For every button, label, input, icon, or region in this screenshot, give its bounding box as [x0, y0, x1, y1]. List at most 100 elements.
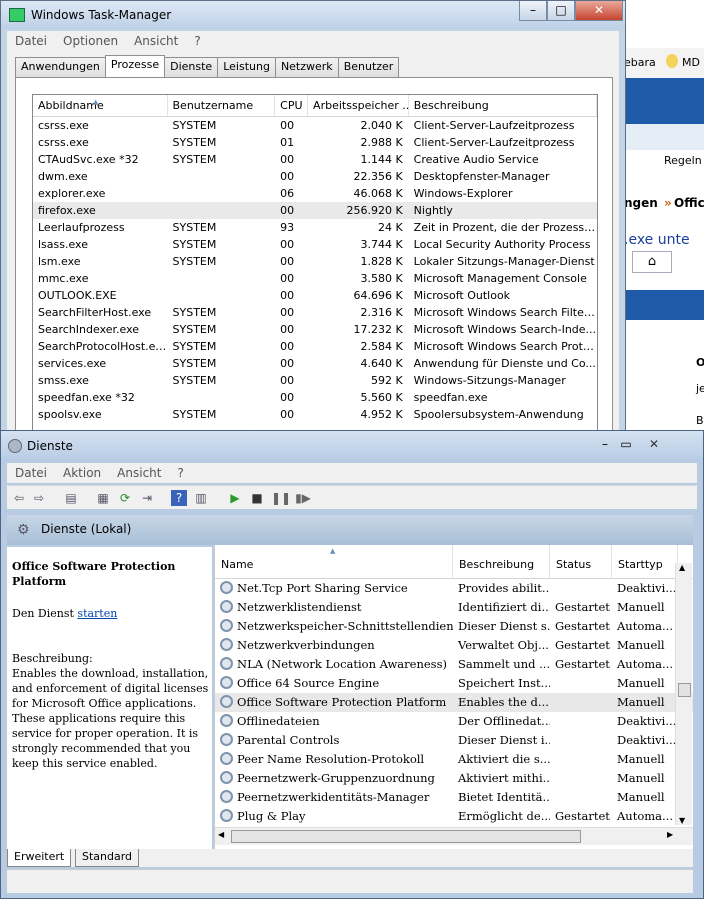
table-row[interactable]: services.exe SYSTEM 00 4.640 K Anwendung für… [33, 355, 597, 372]
home-icon[interactable]: ⌂ [632, 251, 672, 273]
list-item[interactable]: Plug & Play Ermöglicht de... Gestartet Auto… [215, 807, 693, 826]
table-row[interactable]: OUTLOOK.EXE 00 64.696 K Microsoft Outlook [33, 287, 597, 304]
column-benutzername[interactable]: Benutzername [168, 95, 276, 116]
show-hide-pane-icon[interactable]: ▥ [193, 490, 209, 506]
list-item[interactable]: Office 64 Source Engine Speichert Inst...… [215, 674, 693, 693]
minimize-button[interactable]: – [595, 435, 615, 455]
table-row[interactable]: smss.exe SYSTEM 00 592 K Windows-Sitzungs-Ma… [33, 372, 597, 389]
table-row[interactable]: SearchFilterHost.exe SYSTEM 00 2.316 K Micro… [33, 304, 597, 321]
forward-arrow-icon[interactable]: ⇨ [31, 490, 47, 506]
tab-benutzer[interactable]: Benutzer [337, 57, 400, 77]
menu-datei[interactable]: Datei [7, 463, 55, 483]
back-arrow-icon[interactable]: ⇦ [11, 490, 27, 506]
properties-icon[interactable]: ▦ [95, 490, 111, 506]
list-item[interactable]: Peernetzwerkidentitäts-Manager Bietet Ide… [215, 788, 693, 807]
column-beschreibung[interactable]: Beschreibung [409, 95, 597, 116]
process-list[interactable]: ▲ Abbildname Benutzername CPU Arbeitsspei… [32, 94, 598, 444]
list-item[interactable]: Netzwerkverbindungen Verwaltet Obj... Gest… [215, 636, 693, 655]
list-item[interactable]: Parental Controls Dieser Dienst i... Deakt… [215, 731, 693, 750]
table-row[interactable]: spoolsv.exe SYSTEM 00 4.952 K Spoolersubsyst… [33, 406, 597, 423]
scroll-left-icon[interactable]: ◀ [218, 830, 224, 839]
table-row[interactable]: speedfan.exe *32 00 5.560 K speedfan.exe [33, 389, 597, 406]
table-row[interactable]: csrss.exe SYSTEM 00 2.040 K Client-Server-La… [33, 117, 597, 134]
table-row[interactable]: CTAudSvc.exe *32 SYSTEM 00 1.144 K Creative … [33, 151, 597, 168]
tab-erweitert[interactable]: Erweitert [7, 849, 72, 867]
breadcrumb-fragment[interactable]: ngen [624, 196, 658, 210]
column-beschreibung[interactable]: Beschreibung [453, 545, 550, 578]
scroll-right-icon[interactable]: ▶ [667, 830, 673, 839]
menu-ansicht[interactable]: Ansicht [126, 31, 186, 51]
tab-anwendungen[interactable]: Anwendungen [15, 57, 106, 77]
menu-aktion[interactable]: Aktion [55, 463, 109, 483]
export-list-icon[interactable]: ⇥ [139, 490, 155, 506]
service-list[interactable]: ▲ Name Beschreibung Status Starttyp Net.T… [214, 545, 693, 849]
start-service-link[interactable]: starten [77, 607, 117, 620]
list-item[interactable]: Offlinedateien Der Offlinedat... Deaktivi.… [215, 712, 693, 731]
scroll-down-icon[interactable]: ▼ [679, 816, 685, 825]
description-text: Enables the download, installation, and … [12, 667, 209, 770]
bookmark-fragment[interactable]: ebara [624, 56, 656, 69]
table-row[interactable]: SearchIndexer.exe SYSTEM 00 17.232 K Microso… [33, 321, 597, 338]
process-cell: 22.356 K [353, 170, 403, 183]
column-starttyp[interactable]: Starttyp [612, 545, 678, 578]
console-tree-icon[interactable]: ▤ [63, 490, 79, 506]
restart-service-icon[interactable]: ▮▶ [295, 490, 311, 506]
start-service-icon[interactable]: ▶ [227, 490, 243, 506]
list-item[interactable]: Peer Name Resolution-Protokoll Aktiviert … [215, 750, 693, 769]
tab-prozesse[interactable]: Prozesse [104, 55, 166, 77]
menu-help[interactable]: ? [169, 463, 191, 483]
maximize-button[interactable]: ▭ [615, 435, 637, 455]
vertical-scroll-thumb[interactable] [678, 683, 691, 697]
list-item[interactable]: Netzwerkspeicher-Schnittstellendienst Die… [215, 617, 693, 636]
table-row[interactable]: Leerlaufprozess SYSTEM 93 24 K Zeit in Proze… [33, 219, 597, 236]
table-row[interactable]: lsm.exe SYSTEM 00 1.828 K Lokaler Sitzungs-M… [33, 253, 597, 270]
minimize-button[interactable]: – [519, 1, 547, 21]
table-row[interactable]: firefox.exe 00 256.920 K Nightly [33, 202, 597, 219]
close-button[interactable]: ✕ [637, 435, 671, 455]
tab-leistung[interactable]: Leistung [217, 57, 276, 77]
column-abbildname[interactable]: ▲ Abbildname [33, 95, 168, 116]
column-arbeitsspeicher[interactable]: Arbeitsspeicher ... [308, 95, 409, 116]
tab-standard[interactable]: Standard [75, 849, 140, 867]
help-icon[interactable]: ? [171, 490, 187, 506]
menu-datei[interactable]: Datei [7, 31, 55, 51]
breadcrumb-office[interactable]: Office [674, 196, 704, 210]
menu-help[interactable]: ? [186, 31, 208, 51]
column-name[interactable]: ▲ Name [215, 545, 453, 578]
services-titlebar[interactable]: Dienste – ▭ ✕ [1, 431, 703, 459]
close-button[interactable]: ✕ [575, 1, 623, 21]
table-row[interactable]: lsass.exe SYSTEM 00 3.744 K Local Security A… [33, 236, 597, 253]
stop-service-icon[interactable]: ■ [249, 490, 265, 506]
site-nav: ⌂ [620, 124, 704, 273]
list-item[interactable]: Office Software Protection Platform Enabl… [215, 693, 693, 712]
list-item[interactable]: Net.Tcp Port Sharing Service Provides abi… [215, 579, 693, 598]
pause-service-icon[interactable]: ❚❚ [271, 490, 291, 506]
list-item[interactable]: Netzwerklistendienst Identifiziert di... G… [215, 598, 693, 617]
tab-dienste[interactable]: Dienste [164, 57, 219, 77]
service-cell: Manuell [617, 771, 665, 785]
horizontal-scroll-thumb[interactable] [231, 830, 581, 843]
process-cell: 17.232 K [353, 323, 403, 336]
column-cpu[interactable]: CPU [275, 95, 309, 116]
table-row[interactable]: dwm.exe 00 22.356 K Desktopfenster-Manager [33, 168, 597, 185]
tab-netzwerk[interactable]: Netzwerk [274, 57, 339, 77]
menu-ansicht[interactable]: Ansicht [109, 463, 169, 483]
column-status[interactable]: Status [550, 545, 612, 578]
table-row[interactable]: mmc.exe 00 3.580 K Microsoft Management Con… [33, 270, 597, 287]
menu-optionen[interactable]: Optionen [55, 31, 126, 51]
vertical-scrollbar[interactable]: ▲ ▼ [675, 563, 692, 825]
list-item[interactable]: NLA (Network Location Awareness) Sammelt … [215, 655, 693, 674]
table-row[interactable]: csrss.exe SYSTEM 01 2.988 K Client-Server-La… [33, 134, 597, 151]
task-manager-titlebar[interactable]: Windows Task-Manager – □ ✕ [1, 1, 625, 29]
horizontal-scrollbar[interactable]: ◀ ▶ [215, 827, 693, 845]
maximize-button[interactable]: □ [547, 1, 575, 21]
bookmark-fragment-2[interactable]: MD [682, 56, 700, 69]
service-cell: Aktiviert mithi... [458, 771, 550, 785]
process-cell [168, 168, 276, 185]
scroll-up-icon[interactable]: ▲ [679, 563, 685, 572]
table-row[interactable]: SearchProtocolHost.exe SYSTEM 00 2.584 K Mic… [33, 338, 597, 355]
nav-rules[interactable]: Regeln [664, 154, 702, 167]
table-row[interactable]: explorer.exe 06 46.068 K Windows-Explorer [33, 185, 597, 202]
refresh-icon[interactable]: ⟳ [117, 490, 133, 506]
list-item[interactable]: Peernetzwerk-Gruppenzuordnung Aktiviert m… [215, 769, 693, 788]
